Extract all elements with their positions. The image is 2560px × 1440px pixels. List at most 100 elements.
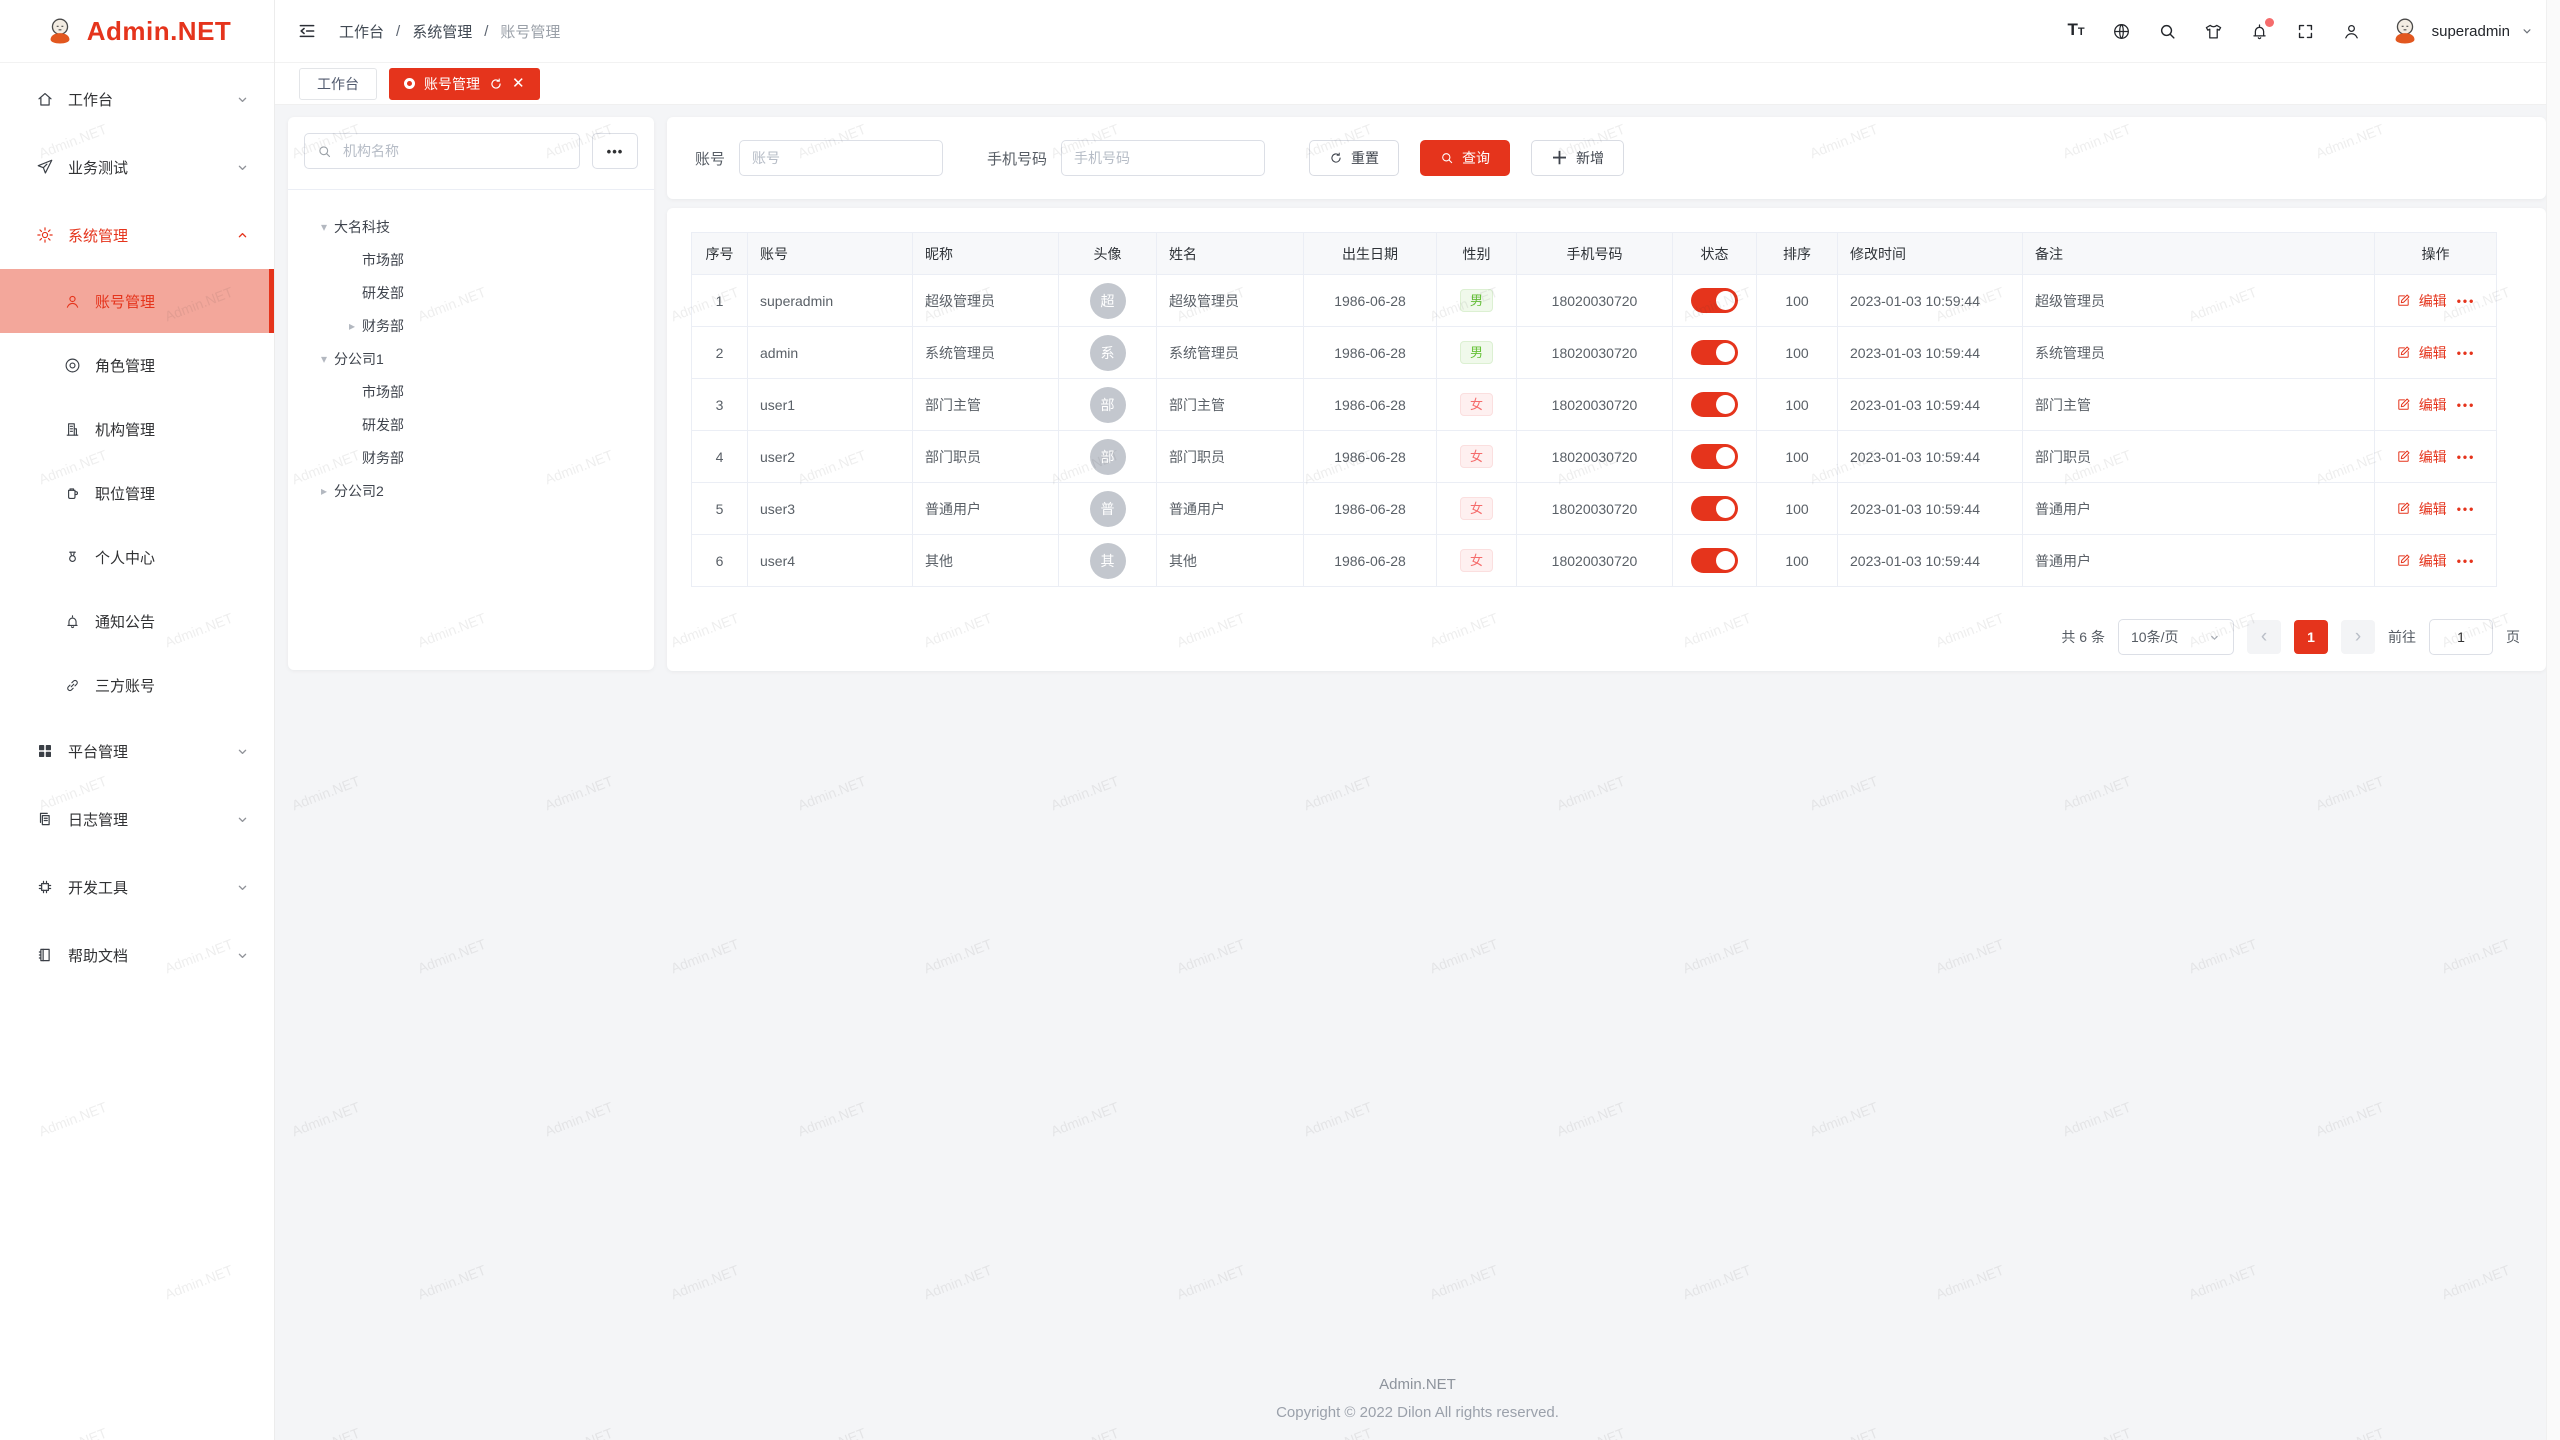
edit-button[interactable]: 编辑 [2396, 499, 2447, 519]
name-cell: 普通用户 [1157, 483, 1304, 535]
tree-node[interactable]: ▸财务部 [304, 309, 638, 342]
more-actions-button[interactable]: ••• [2457, 346, 2476, 360]
edit-button[interactable]: 编辑 [2396, 447, 2447, 467]
add-button[interactable]: ＋ 新增 [1531, 140, 1624, 176]
sidebar-item-label: 帮助文档 [68, 945, 235, 966]
more-actions-button[interactable]: ••• [2457, 294, 2476, 308]
caret-down-icon[interactable]: ▾ [314, 220, 334, 234]
fullscreen-icon[interactable] [2296, 22, 2315, 41]
goto-page-input[interactable] [2429, 619, 2493, 655]
tree-node[interactable]: 财务部 [304, 441, 638, 474]
notification-icon[interactable] [2250, 22, 2269, 41]
phone-input[interactable] [1061, 140, 1265, 176]
modified-cell: 2023-01-03 10:59:44 [1838, 327, 2023, 379]
column-header: 修改时间 [1838, 233, 2023, 275]
edit-button[interactable]: 编辑 [2396, 395, 2447, 415]
page-scrollbar[interactable] [2546, 0, 2560, 1440]
edit-button[interactable]: 编辑 [2396, 551, 2447, 571]
sidebar-subitem-profile[interactable]: 个人中心 [0, 525, 274, 589]
tab-account-management[interactable]: 账号管理 ✕ [389, 68, 540, 100]
current-page[interactable]: 1 [2294, 620, 2328, 654]
phone-cell: 18020030720 [1517, 327, 1673, 379]
tree-node-label: 市场部 [362, 382, 404, 402]
org-name-field[interactable] [341, 142, 567, 160]
tab-label: 工作台 [317, 74, 359, 94]
order-cell: 100 [1757, 327, 1838, 379]
sidebar-subitem-user[interactable]: 账号管理 [0, 269, 274, 333]
tree-node[interactable]: ▸分公司2 [304, 474, 638, 507]
query-button[interactable]: 查询 [1420, 140, 1510, 176]
breadcrumb-item[interactable]: 系统管理 [412, 21, 472, 42]
more-actions-button[interactable]: ••• [2457, 398, 2476, 412]
next-page-button[interactable]: › [2341, 620, 2375, 654]
page-size-select[interactable]: 10条/页 [2118, 619, 2234, 655]
collapse-sidebar-icon[interactable] [297, 21, 317, 41]
org-search-input[interactable] [304, 133, 580, 169]
status-toggle[interactable] [1691, 548, 1738, 573]
profile-icon[interactable] [2342, 22, 2361, 41]
sidebar-item-label: 业务测试 [68, 157, 235, 178]
sidebar-item-home[interactable]: 工作台 [0, 65, 274, 133]
user-menu[interactable]: superadmin [2388, 14, 2534, 48]
edit-label: 编辑 [2419, 343, 2447, 363]
sidebar-subitem-org[interactable]: 机构管理 [0, 397, 274, 461]
status-toggle[interactable] [1691, 392, 1738, 417]
caret-right-icon[interactable]: ▸ [342, 319, 362, 333]
profile-icon [64, 549, 81, 566]
nickname-cell: 超级管理员 [913, 275, 1059, 327]
account-cell: user1 [748, 379, 913, 431]
close-icon[interactable]: ✕ [512, 76, 525, 91]
tree-more-button[interactable]: ••• [592, 133, 638, 169]
more-actions-button[interactable]: ••• [2457, 450, 2476, 464]
status-toggle[interactable] [1691, 496, 1738, 521]
reset-button[interactable]: 重置 [1309, 140, 1399, 176]
tree-node[interactable]: ▾大名科技 [304, 210, 638, 243]
more-actions-button[interactable]: ••• [2457, 502, 2476, 516]
order-cell: 100 [1757, 431, 1838, 483]
index-cell: 6 [692, 535, 748, 587]
phone-cell: 18020030720 [1517, 275, 1673, 327]
sidebar-item-gear[interactable]: 系统管理 [0, 201, 274, 269]
nickname-cell: 普通用户 [913, 483, 1059, 535]
tree-node[interactable]: 市场部 [304, 375, 638, 408]
sidebar-subitem-role[interactable]: 角色管理 [0, 333, 274, 397]
sidebar-item-grid[interactable]: 平台管理 [0, 717, 274, 785]
sidebar-item-docs[interactable]: 帮助文档 [0, 921, 274, 989]
account-cell: admin [748, 327, 913, 379]
font-size-icon[interactable]: TT [2067, 20, 2084, 42]
refresh-icon[interactable] [489, 77, 503, 91]
sidebar-item-cpu[interactable]: 开发工具 [0, 853, 274, 921]
account-input[interactable] [739, 140, 943, 176]
tree-node[interactable]: ▾分公司1 [304, 342, 638, 375]
caret-down-icon[interactable]: ▾ [314, 352, 334, 366]
breadcrumb-item[interactable]: 工作台 [339, 21, 384, 42]
status-toggle[interactable] [1691, 444, 1738, 469]
sidebar-subitem-position[interactable]: 职位管理 [0, 461, 274, 525]
language-icon[interactable] [2112, 22, 2131, 41]
notification-badge [2265, 18, 2274, 27]
content: ••• ▾大名科技市场部研发部▸财务部▾分公司1市场部研发部财务部▸分公司2 账… [275, 105, 2560, 671]
order-cell: 100 [1757, 379, 1838, 431]
theme-icon[interactable] [2204, 22, 2223, 41]
status-toggle[interactable] [1691, 340, 1738, 365]
sidebar-subitem-bell[interactable]: 通知公告 [0, 589, 274, 653]
tree-node[interactable]: 研发部 [304, 276, 638, 309]
more-actions-button[interactable]: ••• [2457, 554, 2476, 568]
gender-tag: 女 [1460, 549, 1493, 572]
sidebar-subitem-link[interactable]: 三方账号 [0, 653, 274, 717]
status-toggle[interactable] [1691, 288, 1738, 313]
position-icon [64, 485, 81, 502]
sidebar-item-send[interactable]: 业务测试 [0, 133, 274, 201]
tree-node[interactable]: 市场部 [304, 243, 638, 276]
edit-button[interactable]: 编辑 [2396, 291, 2447, 311]
phone-cell: 18020030720 [1517, 379, 1673, 431]
edit-button[interactable]: 编辑 [2396, 343, 2447, 363]
caret-right-icon[interactable]: ▸ [314, 484, 334, 498]
sidebar-item-logs[interactable]: 日志管理 [0, 785, 274, 853]
row-avatar: 部 [1090, 439, 1126, 475]
tab-workbench[interactable]: 工作台 [299, 68, 377, 100]
search-icon[interactable] [2158, 22, 2177, 41]
tree-node[interactable]: 研发部 [304, 408, 638, 441]
sidebar-item-label: 工作台 [68, 89, 235, 110]
prev-page-button[interactable]: ‹ [2247, 620, 2281, 654]
